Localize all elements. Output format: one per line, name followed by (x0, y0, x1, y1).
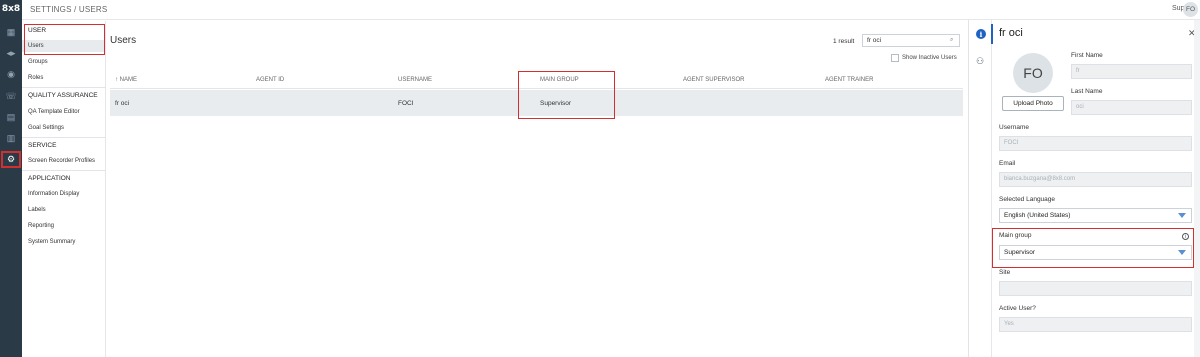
nav-section-quality-assurance: QUALITY ASSURANCE (28, 92, 98, 99)
breadcrumb: SETTINGS / USERS (30, 5, 108, 14)
active-user-field[interactable]: Yes (999, 317, 1192, 332)
search-icon[interactable]: ⌕ (950, 37, 953, 44)
column-header-username[interactable]: USERNAME (398, 77, 432, 83)
email-field[interactable]: bianca.buzgana@8x8.com (999, 172, 1192, 187)
app-rail: 8x8 ▦ ◂▸ ◉ ☏ ▤ ▥ ⚙ (0, 0, 22, 357)
column-header-agent-id[interactable]: AGENT ID (256, 77, 284, 83)
bar-chart-icon[interactable]: ▥ (0, 129, 22, 147)
first-name-field[interactable]: fr (1071, 64, 1192, 79)
show-inactive-label: Show Inactive Users (902, 55, 957, 61)
last-name-field[interactable]: oci (1071, 100, 1192, 115)
nav-item-reporting[interactable]: Reporting (22, 220, 106, 232)
settings-sidenav: USER Users Groups Roles QUALITY ASSURANC… (22, 21, 106, 357)
nav-section-service: SERVICE (28, 142, 57, 149)
email-label: Email (999, 160, 1016, 167)
nav-item-users[interactable]: Users (22, 40, 106, 52)
show-inactive-checkbox[interactable] (891, 54, 899, 62)
id-card-icon[interactable]: ▤ (0, 108, 22, 126)
app-logo: 8x8 (1, 4, 21, 14)
active-user-label: Active User? (999, 305, 1036, 312)
result-count: 1 result (833, 38, 855, 45)
nav-section-application: APPLICATION (28, 175, 71, 182)
profile-avatar: FO (1013, 53, 1053, 93)
site-field[interactable] (999, 281, 1192, 296)
nav-item-system-summary[interactable]: System Summary (22, 236, 106, 248)
table-header-divider (110, 88, 963, 89)
site-label: Site (999, 269, 1011, 276)
nav-item-goal-settings[interactable]: Goal Settings (22, 122, 106, 134)
search-input[interactable]: fr oci (862, 34, 960, 47)
nav-divider (22, 170, 106, 171)
nav-item-roles[interactable]: Roles (22, 72, 106, 84)
first-name-label: First Name (1071, 52, 1103, 59)
last-name-label: Last Name (1071, 88, 1103, 95)
phone-icon[interactable]: ☏ (0, 87, 22, 105)
nav-divider (22, 137, 106, 138)
cell-username: FOCI (398, 100, 414, 107)
gear-icon[interactable]: ⚙ (0, 150, 22, 169)
broadcast-icon[interactable]: ◂▸ (0, 44, 22, 62)
user-avatar[interactable]: FO (1183, 2, 1198, 17)
upload-photo-button[interactable]: Upload Photo (1002, 96, 1064, 111)
username-label: Username (999, 124, 1029, 131)
table-row[interactable] (110, 90, 963, 116)
main-group-select-value: Supervisor (1004, 249, 1036, 256)
panel-divider (968, 20, 969, 357)
top-header: SETTINGS / USERS Support FO (22, 0, 1200, 20)
main-group-info-icon[interactable]: i (1182, 233, 1189, 240)
page-title: Users (110, 35, 137, 46)
panel-tab-strip (970, 20, 992, 357)
nav-item-information-display[interactable]: Information Display (22, 188, 106, 200)
chevron-down-icon (1178, 250, 1186, 255)
nav-section-user: USER (28, 27, 47, 34)
cell-name: fr oci (115, 100, 130, 107)
group-icon[interactable]: ⚇ (976, 56, 984, 67)
username-field[interactable]: FOCI (999, 136, 1192, 151)
panel-title: fr oci (999, 27, 1023, 39)
language-select-value: English (United States) (1004, 212, 1071, 219)
active-tab-indicator (991, 24, 993, 44)
nav-item-groups[interactable]: Groups (22, 56, 106, 68)
nav-item-labels[interactable]: Labels (22, 204, 106, 216)
language-label: Selected Language (999, 196, 1056, 203)
main-group-label: Main group (999, 232, 1032, 239)
panel-scrollbar[interactable] (1194, 20, 1200, 357)
nav-item-qa-template-editor[interactable]: QA Template Editor (22, 106, 106, 118)
nav-divider (22, 87, 106, 88)
eye-icon[interactable]: ◉ (0, 65, 22, 83)
column-header-agent-trainer[interactable]: AGENT TRAINER (825, 77, 873, 83)
column-header-agent-supervisor[interactable]: AGENT SUPERVISOR (683, 77, 744, 83)
language-select[interactable]: English (United States) (999, 208, 1192, 223)
column-header-name[interactable]: ↑ NAME (115, 77, 137, 83)
chevron-down-icon (1178, 213, 1186, 218)
dashboard-icon[interactable]: ▦ (0, 23, 22, 41)
column-header-main-group[interactable]: MAIN GROUP (540, 77, 579, 83)
main-group-select[interactable]: Supervisor (999, 245, 1192, 260)
nav-item-screen-recorder-profiles[interactable]: Screen Recorder Profiles (22, 155, 106, 167)
cell-main-group: Supervisor (540, 100, 572, 107)
info-icon[interactable]: i (976, 29, 986, 39)
